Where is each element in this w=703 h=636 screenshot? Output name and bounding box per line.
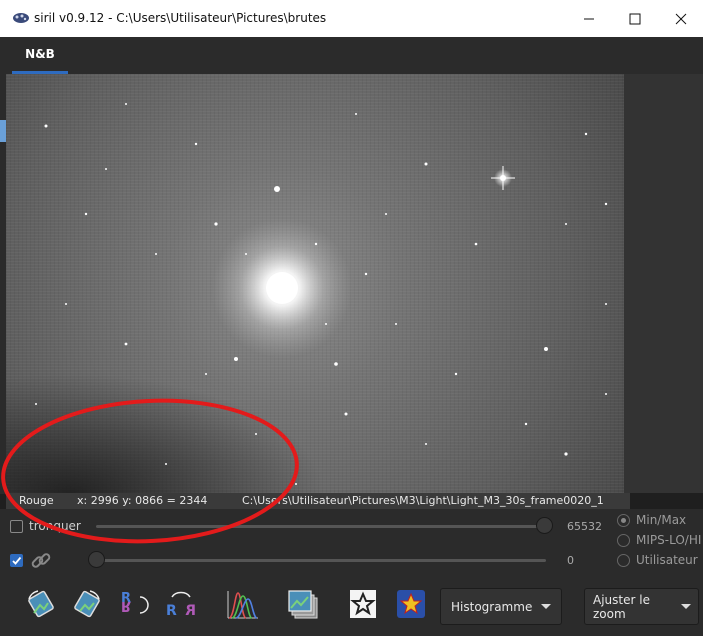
star-detection-icon (350, 590, 376, 618)
svg-text:R: R (166, 603, 177, 619)
display-mode-dropdown[interactable]: Histogramme (440, 588, 562, 625)
star-field (35, 103, 608, 485)
mirror-x-icon: R R (121, 591, 149, 614)
rotate-left-button[interactable] (24, 587, 58, 621)
mirror-y-button[interactable]: R R (164, 587, 198, 621)
file-path: C:\Users\Utilisateur\Pictures\M3\Light\L… (242, 494, 604, 507)
maximize-button[interactable] (612, 0, 658, 37)
minimize-button[interactable] (566, 0, 612, 37)
chevron-down-icon (541, 604, 551, 609)
channel-label: Rouge (19, 494, 54, 507)
rotate-right-icon (74, 590, 100, 618)
radio-user-label: Utilisateur (636, 553, 698, 567)
svg-text:R: R (121, 598, 131, 613)
image-stack-button[interactable] (286, 587, 320, 621)
tab-mono[interactable]: N&B (12, 37, 68, 74)
mirror-y-icon: R R (166, 591, 196, 619)
checkmark-icon (12, 556, 22, 565)
pixel-coords: x: 2996 y: 0866 = 2344 (77, 494, 208, 507)
clip-label: tronquer (29, 519, 81, 533)
photometry-button[interactable] (394, 587, 428, 621)
close-button[interactable] (658, 0, 703, 37)
svg-text:R: R (185, 603, 196, 619)
image-viewport[interactable] (6, 74, 624, 493)
low-value: 0 (567, 554, 574, 567)
close-icon (675, 13, 687, 24)
rotate-left-icon (28, 590, 54, 618)
maximize-icon (629, 13, 641, 24)
clip-checkbox[interactable] (10, 520, 23, 533)
cluster-core (266, 272, 298, 304)
right-panel (624, 74, 703, 493)
display-mode-value: Histogramme (451, 599, 533, 614)
radio-minmax[interactable] (617, 514, 630, 527)
star-detect-button[interactable] (346, 587, 380, 621)
high-slider-thumb[interactable] (536, 517, 553, 534)
siril-app-icon (13, 13, 29, 23)
image-stack-icon (288, 590, 318, 619)
bright-star (491, 166, 515, 190)
radio-mips-label: MIPS-LO/HI (636, 533, 702, 547)
radio-minmax-label: Min/Max (636, 513, 687, 527)
mirror-x-button[interactable]: R R (118, 587, 152, 621)
star-photometry-icon (397, 590, 425, 618)
link-icon (31, 553, 51, 568)
radio-user[interactable] (617, 554, 630, 567)
window-title: siril v0.9.12 - C:\Users\Utilisateur\Pic… (34, 11, 327, 25)
minimize-icon (584, 18, 594, 19)
rotate-right-button[interactable] (70, 587, 104, 621)
high-value: 65532 (567, 520, 602, 533)
title-bar: siril v0.9.12 - C:\Users\Utilisateur\Pic… (0, 0, 703, 37)
histogram-curves-icon (227, 591, 258, 619)
zoom-dropdown[interactable]: Ajuster le zoom (584, 588, 699, 625)
low-slider-thumb[interactable] (88, 551, 105, 568)
tab-bar: N&B (0, 37, 703, 74)
status-bar: Rouge x: 2996 y: 0866 = 2344 C:\Users\Ut… (6, 493, 630, 509)
link-checkbox[interactable] (10, 554, 23, 567)
low-slider-track[interactable] (96, 559, 546, 562)
radio-mips[interactable] (617, 534, 630, 547)
histogram-tool-button[interactable] (226, 587, 260, 621)
zoom-value: Ajuster le zoom (593, 592, 650, 621)
chevron-down-icon (681, 604, 691, 609)
high-slider-track[interactable] (96, 525, 546, 528)
